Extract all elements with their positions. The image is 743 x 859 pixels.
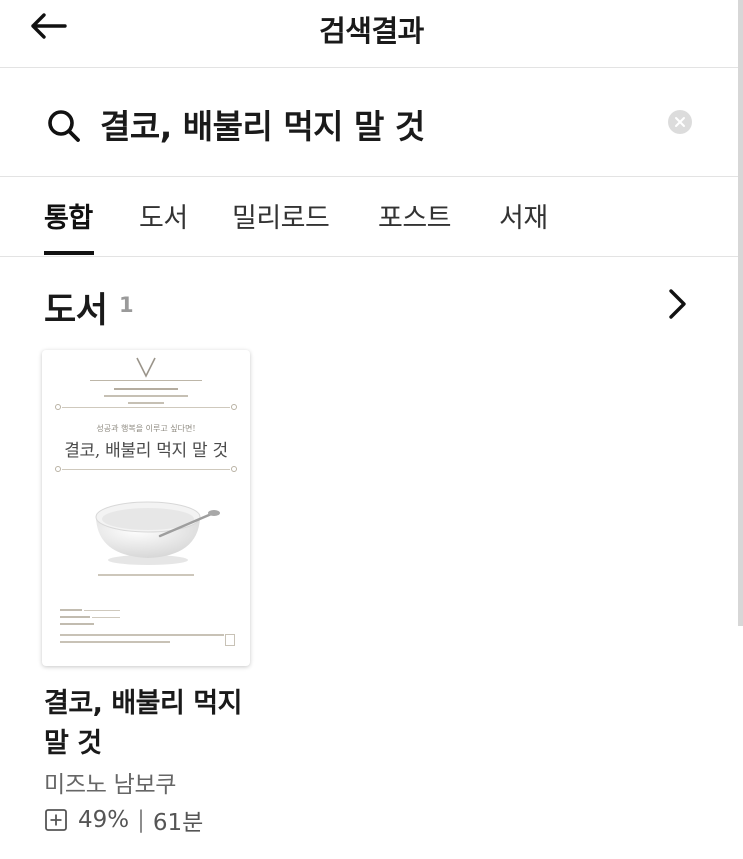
- book-cover[interactable]: 성공과 행복을 이루고 싶다면! 결코, 배불리 먹지 말 것: [42, 350, 250, 666]
- cover-rule: [128, 402, 164, 404]
- top-bar: 검색결과: [0, 0, 743, 66]
- publisher-mark: [225, 634, 235, 646]
- book-author: 미즈노 남보쿠: [44, 772, 177, 798]
- plus-square-icon: [45, 809, 67, 831]
- tab-millie-road[interactable]: 밀리로드: [232, 196, 330, 235]
- cover-rule: [84, 610, 120, 611]
- header-divider: [0, 67, 743, 68]
- clear-search-button[interactable]: [668, 110, 692, 134]
- scrollbar[interactable]: [738, 0, 743, 626]
- cover-rule: [60, 634, 224, 636]
- search-divider: [0, 176, 743, 177]
- tab-books[interactable]: 도서: [139, 196, 188, 235]
- cover-rule: [90, 380, 202, 381]
- section-title: 도서: [44, 291, 108, 331]
- cover-rule: [60, 623, 94, 625]
- section-count: 1: [119, 293, 134, 317]
- category-tabs: 통합 도서 밀리로드 포스트 서재: [0, 178, 743, 256]
- book-meta: 49% | 61분: [44, 804, 203, 836]
- meta-separator: |: [137, 807, 145, 833]
- cover-tagline: 성공과 행복을 이루고 싶다면!: [96, 424, 196, 433]
- cover-rule: [104, 395, 188, 397]
- cover-rule: [62, 407, 230, 408]
- reading-progress: 49%: [78, 807, 130, 833]
- cover-rule: [60, 609, 82, 611]
- cover-rule: [60, 641, 170, 643]
- search-icon: [48, 110, 80, 142]
- cover-rule: [62, 469, 230, 470]
- book-title[interactable]: 결코, 배불리 먹지 말 것: [44, 684, 274, 764]
- tab-post[interactable]: 포스트: [378, 196, 452, 235]
- tab-all[interactable]: 통합: [44, 196, 93, 235]
- cover-ornament: [231, 404, 237, 410]
- cover-ornament: [231, 466, 237, 472]
- cover-rule: [98, 574, 194, 576]
- active-tab-indicator: [44, 251, 94, 255]
- cover-emblem-icon: [136, 357, 156, 378]
- search-input[interactable]: [100, 98, 640, 150]
- page-title: 검색결과: [319, 14, 424, 48]
- clear-circle-icon: [675, 117, 685, 127]
- cover-ornament: [55, 404, 61, 410]
- cover-rule: [92, 617, 120, 618]
- cover-title: 결코, 배불리 먹지 말 것: [64, 441, 228, 461]
- cover-rule: [114, 388, 178, 390]
- tabs-divider: [0, 256, 743, 257]
- tab-library[interactable]: 서재: [499, 196, 548, 235]
- cover-rule: [60, 616, 90, 618]
- reading-time: 61분: [152, 810, 204, 836]
- cover-ornament: [55, 466, 61, 472]
- chevron-right-icon[interactable]: [662, 286, 694, 322]
- bowl-illustration: [95, 501, 220, 565]
- search-bar: [0, 70, 743, 176]
